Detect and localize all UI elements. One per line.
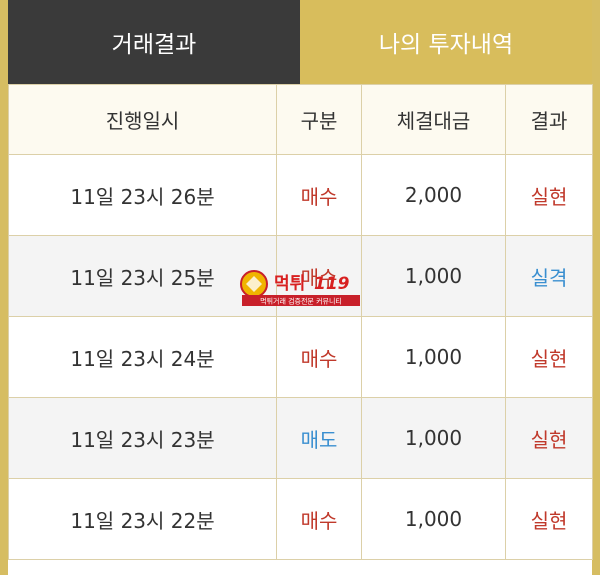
cell-datetime: 11일 23시 24분 (8, 316, 277, 398)
cell-datetime: 11일 23시 22분 (8, 478, 277, 560)
cell-result: 실현 (505, 154, 593, 236)
cell-result: 실격 (505, 235, 593, 317)
cell-type: 매도 (276, 397, 362, 479)
table-header-row: 진행일시 구분 체결대금 결과 (8, 84, 593, 155)
tab-my-investments-label: 나의 투자내역 (378, 32, 514, 58)
watermark-tagline: 먹튀거래 검증전문 커뮤니티 (260, 297, 342, 306)
cell-result: 실현 (505, 478, 593, 560)
watermark-logo-number: 119 (314, 274, 350, 294)
history-table-container: 진행일시 구분 체결대금 결과 11일 23시 26분 매수 2,000 실현 … (8, 84, 593, 575)
watermark-logo: 먹튀 119 먹튀거래 검증전문 커뮤니티 (238, 267, 364, 307)
tab-bar: 거래결과 나의 투자내역 (8, 0, 592, 84)
table-row: 11일 23시 24분 매수 1,000 실현 (8, 316, 593, 398)
cell-type: 매수 (276, 478, 362, 560)
cell-datetime: 11일 23시 25분 (8, 235, 277, 317)
cell-amount: 2,000 (361, 154, 506, 236)
header-datetime: 진행일시 (8, 84, 277, 155)
cell-datetime: 11일 23시 26분 (8, 154, 277, 236)
cell-result: 실현 (505, 397, 593, 479)
header-amount: 체결대금 (361, 84, 506, 155)
tab-trade-results[interactable]: 거래결과 (8, 0, 300, 84)
header-result: 결과 (505, 84, 593, 155)
table-row: 11일 23시 23분 매도 1,000 실현 (8, 397, 593, 479)
cell-amount: 1,000 (361, 316, 506, 398)
cell-amount: 1,000 (361, 478, 506, 560)
tab-my-investments[interactable]: 나의 투자내역 (300, 0, 592, 84)
cell-result: 실현 (505, 316, 593, 398)
header-type: 구분 (276, 84, 362, 155)
watermark-logo-text: 먹튀 (274, 274, 305, 294)
cell-amount: 1,000 (361, 397, 506, 479)
table-row: 11일 23시 22분 매수 1,000 실현 (8, 478, 593, 560)
cell-amount: 1,000 (361, 235, 506, 317)
cell-datetime: 11일 23시 23분 (8, 397, 277, 479)
cell-type: 매수 (276, 154, 362, 236)
cell-type: 매수 (276, 316, 362, 398)
app-frame: 거래결과 나의 투자내역 진행일시 구분 체결대금 결과 11일 23시 26분… (0, 0, 600, 575)
watermark-svg: 먹튀 119 먹튀거래 검증전문 커뮤니티 (240, 270, 360, 306)
tab-trade-results-label: 거래결과 (111, 32, 197, 58)
history-table: 진행일시 구분 체결대금 결과 11일 23시 26분 매수 2,000 실현 … (8, 84, 593, 560)
table-row: 11일 23시 26분 매수 2,000 실현 (8, 154, 593, 236)
